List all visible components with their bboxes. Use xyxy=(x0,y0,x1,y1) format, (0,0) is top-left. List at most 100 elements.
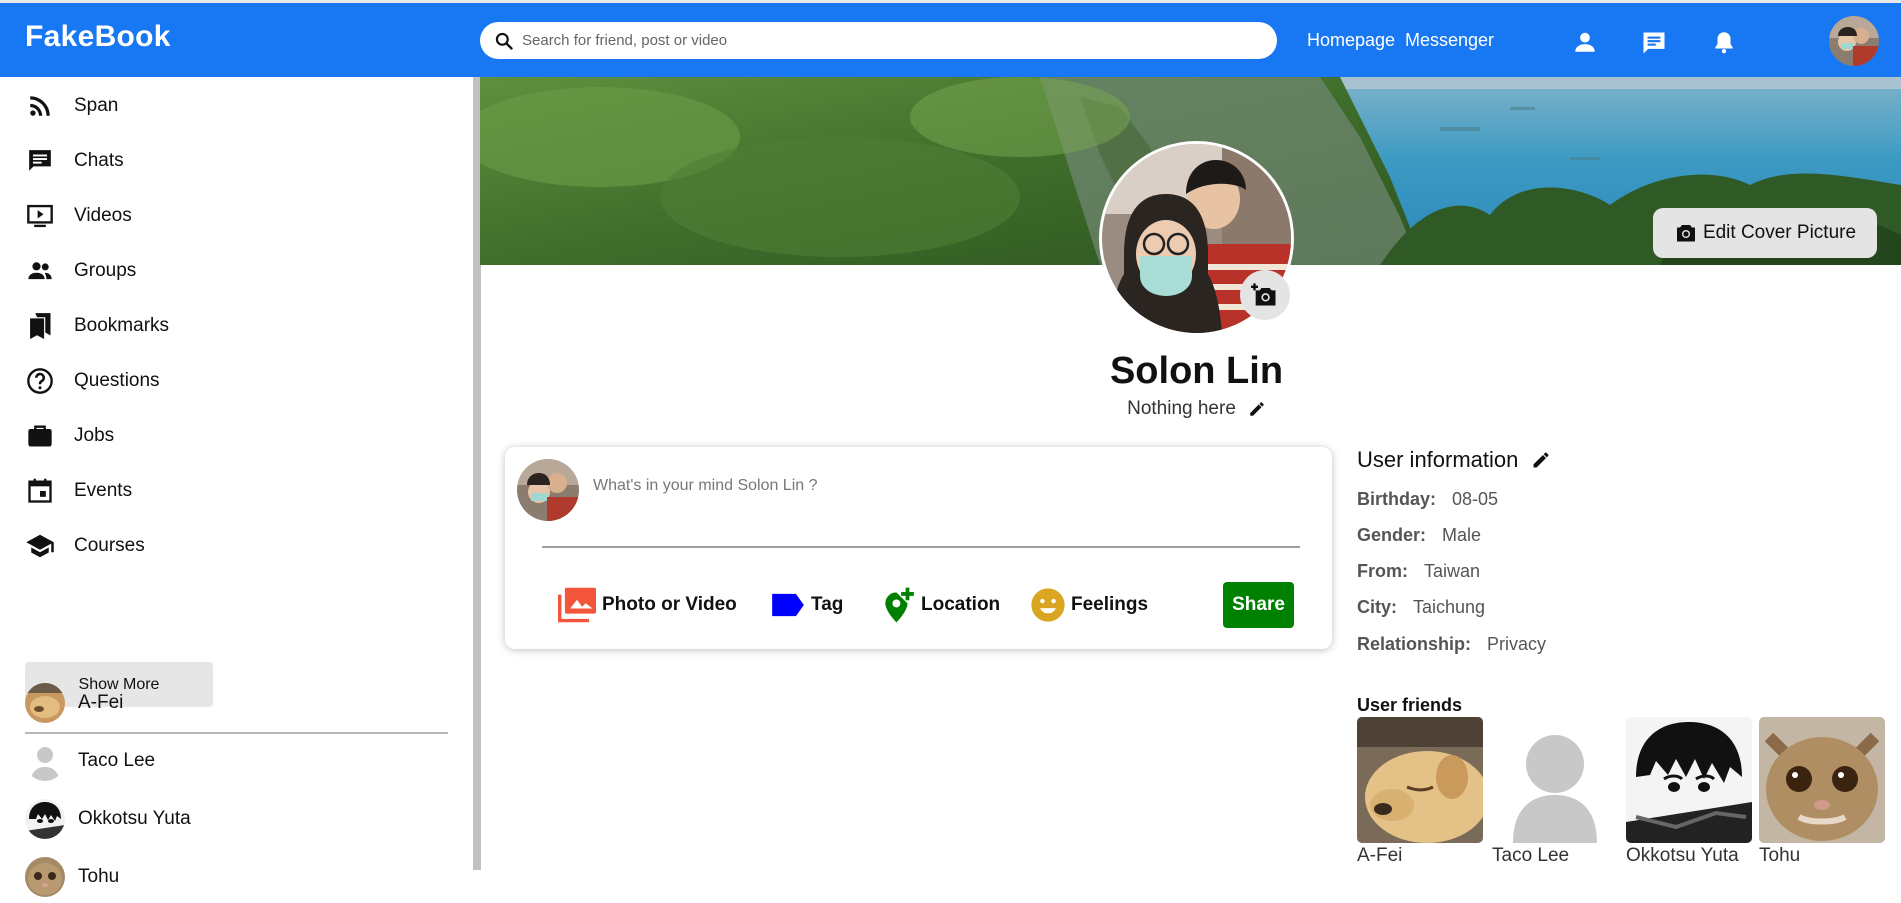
friend-name: Tohu xyxy=(78,866,120,887)
sidebar-item-label: Chats xyxy=(74,150,124,171)
edit-bio-icon[interactable] xyxy=(1248,400,1266,418)
edit-cover-label: Edit Cover Picture xyxy=(1702,222,1857,243)
change-profile-picture-button[interactable] xyxy=(1240,270,1290,320)
location-button[interactable]: Location xyxy=(879,585,1000,625)
edit-cover-button[interactable]: Edit Cover Picture xyxy=(1653,208,1877,258)
sidebar-item-events[interactable]: Events xyxy=(25,471,132,511)
message-icon[interactable] xyxy=(1640,29,1668,62)
sidebar-item-label: Jobs xyxy=(74,425,115,446)
info-key: Gender: xyxy=(1357,525,1427,545)
graduation-cap-icon xyxy=(25,531,55,561)
feelings-button[interactable]: Feelings xyxy=(1029,585,1148,625)
search-icon xyxy=(495,32,513,50)
edit-info-icon[interactable] xyxy=(1531,450,1551,470)
info-key: City: xyxy=(1357,597,1397,617)
person-icon[interactable] xyxy=(1572,29,1598,60)
info-key: From: xyxy=(1357,561,1408,581)
info-row-city: City: Taichung xyxy=(1357,597,1485,618)
post-input[interactable] xyxy=(593,477,1293,495)
chat-icon xyxy=(25,146,55,176)
sidebar-friend-taco-lee[interactable]: Taco Lee xyxy=(25,739,155,783)
info-row-from: From: Taiwan xyxy=(1357,561,1480,582)
sidebar-divider xyxy=(25,732,448,734)
avatar xyxy=(25,683,65,723)
label-icon xyxy=(772,593,804,617)
profile-bio: Nothing here xyxy=(1000,398,1393,420)
sidebar-item-bookmarks[interactable]: Bookmarks xyxy=(25,306,169,346)
sidebar-item-label: Bookmarks xyxy=(74,315,170,336)
photo-library-icon xyxy=(558,587,596,623)
info-row-gender: Gender: Male xyxy=(1357,525,1481,546)
friend-photo xyxy=(1357,717,1483,843)
sidebar-item-label: Groups xyxy=(74,260,137,281)
video-icon xyxy=(25,201,55,231)
sidebar-item-jobs[interactable]: Jobs xyxy=(25,416,114,456)
sidebar-friend-tohu[interactable]: Tohu xyxy=(25,855,119,899)
friend-card-a-fei[interactable]: A-Fei xyxy=(1357,717,1483,867)
friend-name: A-Fei xyxy=(78,692,124,713)
camera-icon xyxy=(1676,225,1695,242)
smiley-icon xyxy=(1031,588,1065,622)
sidebar-item-label: Span xyxy=(74,95,119,116)
messenger-link[interactable]: Messenger xyxy=(1405,30,1494,51)
sidebar-item-chats[interactable]: Chats xyxy=(25,141,124,181)
sidebar-item-courses[interactable]: Courses xyxy=(25,526,145,566)
tag-label: Tag xyxy=(811,594,844,615)
question-icon xyxy=(25,366,55,396)
friend-card-okkotsu-yuta[interactable]: Okkotsu Yuta xyxy=(1626,717,1752,867)
app-logo[interactable]: FakeBook xyxy=(25,20,171,54)
friend-photo xyxy=(1626,717,1752,843)
search-bar[interactable] xyxy=(480,22,1277,59)
user-friends-title: User friends xyxy=(1357,695,1463,715)
sidebar-item-label: Courses xyxy=(74,535,145,556)
add-photo-icon xyxy=(1251,283,1276,306)
add-location-icon xyxy=(885,587,914,623)
briefcase-icon xyxy=(25,421,55,451)
rss-icon xyxy=(25,91,55,121)
profile-name: Solon Lin xyxy=(1109,350,1284,392)
bell-icon[interactable] xyxy=(1711,29,1737,60)
info-row-birthday: Birthday: 08-05 xyxy=(1357,489,1498,510)
avatar xyxy=(25,741,65,781)
feelings-label: Feelings xyxy=(1071,594,1149,615)
avatar xyxy=(25,857,65,897)
avatar xyxy=(517,459,579,521)
user-info-title: User information xyxy=(1357,447,1551,473)
info-key: Relationship: xyxy=(1357,634,1472,654)
homepage-link[interactable]: Homepage xyxy=(1307,30,1395,51)
tag-button[interactable]: Tag xyxy=(769,585,843,625)
search-input[interactable] xyxy=(522,32,1242,49)
top-navbar: FakeBook Homepage Messenger xyxy=(0,0,1901,77)
sidebar-friend-okkotsu-yuta[interactable]: Okkotsu Yuta xyxy=(25,797,191,841)
bookmark-icon xyxy=(25,311,55,341)
info-value: Privacy xyxy=(1487,634,1547,654)
friend-name: Tohu xyxy=(1759,845,1801,866)
left-sidebar: Span Chats Videos Groups Bookmarks Quest… xyxy=(0,77,473,903)
friend-card-taco-lee[interactable]: Taco Lee xyxy=(1492,717,1618,867)
sidebar-friend-a-fei[interactable]: A-Fei xyxy=(25,681,123,725)
info-row-relationship: Relationship: Privacy xyxy=(1357,634,1546,655)
friend-name: Taco Lee xyxy=(1492,845,1570,866)
sidebar-item-span[interactable]: Span xyxy=(25,86,118,126)
friend-name: Taco Lee xyxy=(78,750,156,771)
photo-video-label: Photo or Video xyxy=(602,594,737,615)
avatar xyxy=(25,799,65,839)
sidebar-item-videos[interactable]: Videos xyxy=(25,196,132,236)
friend-name: Okkotsu Yuta xyxy=(1626,845,1739,866)
share-button[interactable]: Share xyxy=(1223,582,1294,628)
sidebar-item-label: Questions xyxy=(74,370,160,391)
location-label: Location xyxy=(921,594,1001,615)
info-value: Taiwan xyxy=(1424,561,1481,581)
sidebar-item-label: Videos xyxy=(74,205,132,226)
group-icon xyxy=(25,256,55,286)
friend-photo xyxy=(1492,717,1618,843)
sidebar-item-questions[interactable]: Questions xyxy=(25,361,160,401)
info-value: 08-05 xyxy=(1452,489,1499,509)
photo-video-button[interactable]: Photo or Video xyxy=(556,585,737,625)
user-avatar[interactable] xyxy=(1829,16,1879,66)
sidebar-item-groups[interactable]: Groups xyxy=(25,251,136,291)
info-value: Male xyxy=(1442,525,1482,545)
post-divider xyxy=(542,546,1300,548)
info-key: Birthday: xyxy=(1357,489,1437,509)
friend-card-tohu[interactable]: Tohu xyxy=(1759,717,1885,867)
